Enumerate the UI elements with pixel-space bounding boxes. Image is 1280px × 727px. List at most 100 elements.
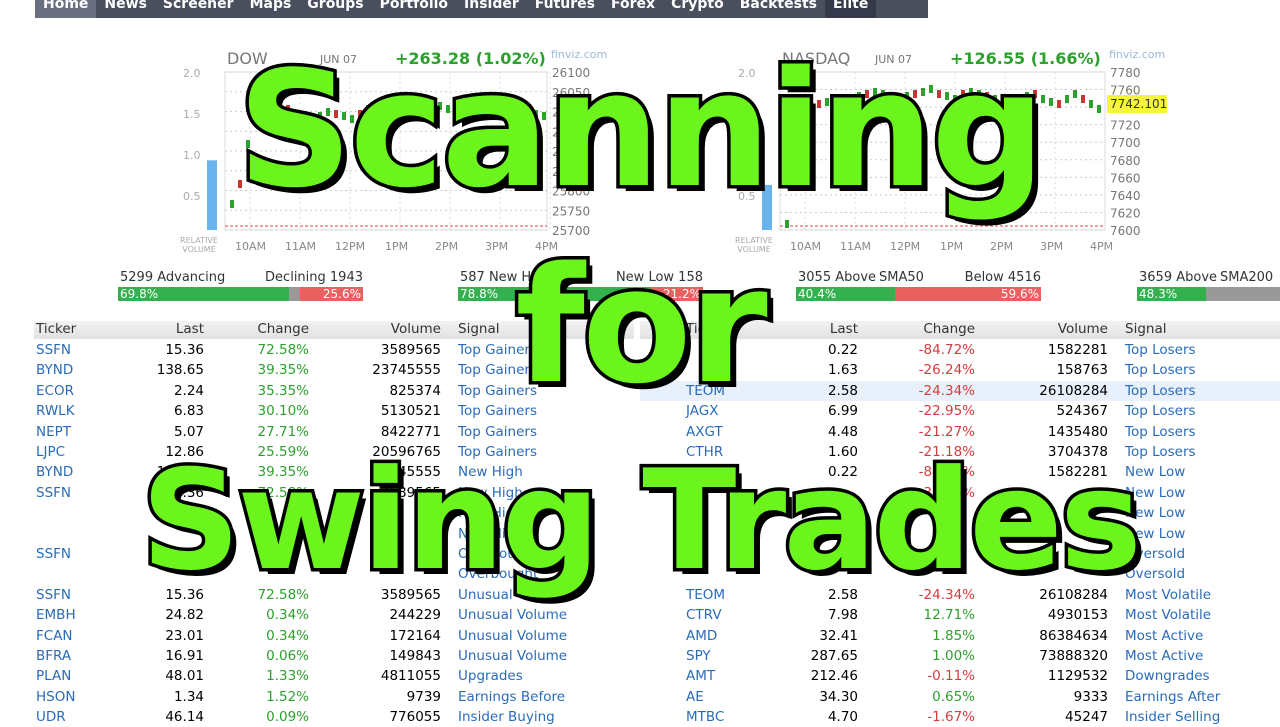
ticker-link[interactable]: NEPT [36,422,71,442]
table-row[interactable]: FCAN 23.01 0.34% 172164 Unusual Volume [34,626,634,646]
volume: 172164 [389,627,441,644]
ticker-link[interactable]: MTBC [686,707,724,727]
volume: 149843 [389,648,441,664]
nav-screener[interactable]: Screener [155,0,242,18]
change-percent: 0.34% [266,607,309,624]
change-percent: 12.71% [923,607,975,624]
change-percent: 1.52% [266,688,309,705]
change-percent: -21.27% [918,423,975,440]
volume: 4811055 [380,668,441,685]
volume: 9333 [1073,688,1108,705]
table-row[interactable]: CTRV 7.98 12.71% 4930153 Most Volatile [640,605,1280,625]
table-row[interactable]: AXGT 4.48 -21.27% 1435480 Top Losers [640,422,1280,442]
table-row[interactable]: NEPT 5.07 27.71% 8422771 Top Gainers [34,422,634,442]
table-row[interactable]: HSON 1.34 1.52% 9739 Earnings Before [34,687,634,707]
table-row[interactable]: MTBC 4.70 -1.67% 45247 Insider Selling [640,707,1280,727]
overlay-title-line3: Swing Trades [138,437,1146,605]
change-percent: -0.11% [927,668,975,685]
volume: 244229 [389,607,441,624]
change-percent: -1.67% [927,709,975,726]
last-price: 23.01 [165,627,204,644]
change-percent: 0.09% [266,709,309,726]
last-price: 48.01 [165,668,204,685]
overlay-title-line1: Scanning [234,33,1049,227]
nav-news[interactable]: News [96,0,154,18]
volume: 1435480 [1047,423,1108,440]
overlay-title-line2: for [512,229,771,423]
top-nav: Home News Screener Maps Groups Portfolio Insid… [35,0,928,18]
nav-portfolio[interactable]: Portfolio [372,0,456,18]
nav-futures[interactable]: Futures [527,0,603,18]
volume: 9739 [406,688,441,705]
signal-link[interactable]: Unusual Volume [458,626,567,646]
volume: 1129532 [1047,668,1108,685]
ticker-link[interactable]: FCAN [36,626,73,646]
volume: 776055 [389,709,441,726]
ticker-link[interactable]: AMT [686,666,715,686]
nav-crypto[interactable]: Crypto [663,0,732,18]
table-row[interactable]: EMBH 24.82 0.34% 244229 Unusual Volume [34,605,634,625]
signal-link[interactable]: Earnings After [1125,687,1220,707]
ticker-link[interactable]: AXGT [686,422,723,442]
table-row[interactable]: PLAN 48.01 1.33% 4811055 Upgrades [34,666,634,686]
ticker-link[interactable]: EMBH [36,605,76,625]
ticker-link[interactable]: PLAN [36,666,71,686]
table-row[interactable]: UDR 46.14 0.09% 776055 Insider Buying [34,707,634,727]
last-price: 4.70 [827,709,858,726]
signal-link[interactable]: Insider Selling [1125,707,1220,727]
signal-link[interactable]: Most Volatile [1125,605,1211,625]
ticker-link[interactable]: AE [686,687,704,707]
signal-link[interactable]: Earnings Before [458,687,565,707]
nav-home[interactable]: Home [35,0,97,18]
signal-link[interactable]: Unusual Volume [458,646,567,666]
nav-insider[interactable]: Insider [456,0,527,18]
change-percent: 1.85% [932,627,975,644]
last-price: 34.30 [819,688,858,705]
ticker-link[interactable]: CTRV [686,605,722,625]
nav-groups[interactable]: Groups [299,0,371,18]
signal-link[interactable]: Insider Buying [458,707,555,727]
last-price: 212.46 [810,668,858,685]
change-percent: 1.00% [932,648,975,664]
ticker-link[interactable]: HSON [36,687,75,707]
last-price: 32.41 [819,627,858,644]
table-row[interactable]: AE 34.30 0.65% 9333 Earnings After [640,687,1280,707]
change-percent: 27.71% [257,423,309,440]
nav-elite[interactable]: Elite [824,0,877,18]
last-price: 46.14 [165,709,204,726]
nav-forex[interactable]: Forex [603,0,663,18]
nav-maps[interactable]: Maps [242,0,300,18]
signal-link[interactable]: Top Losers [1125,422,1196,442]
ticker-link[interactable]: BFRA [36,646,71,666]
table-row[interactable]: AMD 32.41 1.85% 86384634 Most Active [640,626,1280,646]
ticker-link[interactable]: AMD [686,626,717,646]
last-price: 5.07 [173,423,204,440]
signal-link[interactable]: Unusual Volume [458,605,567,625]
signal-link[interactable]: Most Active [1125,626,1203,646]
last-price: 24.82 [165,607,204,624]
table-row[interactable]: BFRA 16.91 0.06% 149843 Unusual Volume [34,646,634,666]
last-price: 4.48 [827,423,858,440]
signal-link[interactable]: Downgrades [1125,666,1210,686]
signal-link[interactable]: Upgrades [458,666,523,686]
nav-backtests[interactable]: Backtests [732,0,825,18]
volume: 45247 [1065,709,1108,726]
volume: 73888320 [1039,648,1108,664]
last-price: 7.98 [827,607,858,624]
signal-link[interactable]: Top Gainers [458,422,537,442]
last-price: 16.91 [165,648,204,664]
volume: 4930153 [1047,607,1108,624]
signal-link[interactable]: Most Active [1125,646,1203,666]
ticker-link[interactable]: UDR [36,707,66,727]
change-percent: 0.65% [932,688,975,705]
volume: 8422771 [380,423,441,440]
ticker-link[interactable]: SPY [686,646,711,666]
change-percent: 1.33% [266,668,309,685]
last-price: 1.34 [173,688,204,705]
last-price: 287.65 [810,648,858,664]
table-row[interactable]: AMT 212.46 -0.11% 1129532 Downgrades [640,666,1280,686]
table-row[interactable]: SPY 287.65 1.00% 73888320 Most Active [640,646,1280,666]
change-percent: 0.06% [266,648,309,664]
volume: 86384634 [1039,627,1108,644]
change-percent: 0.34% [266,627,309,644]
